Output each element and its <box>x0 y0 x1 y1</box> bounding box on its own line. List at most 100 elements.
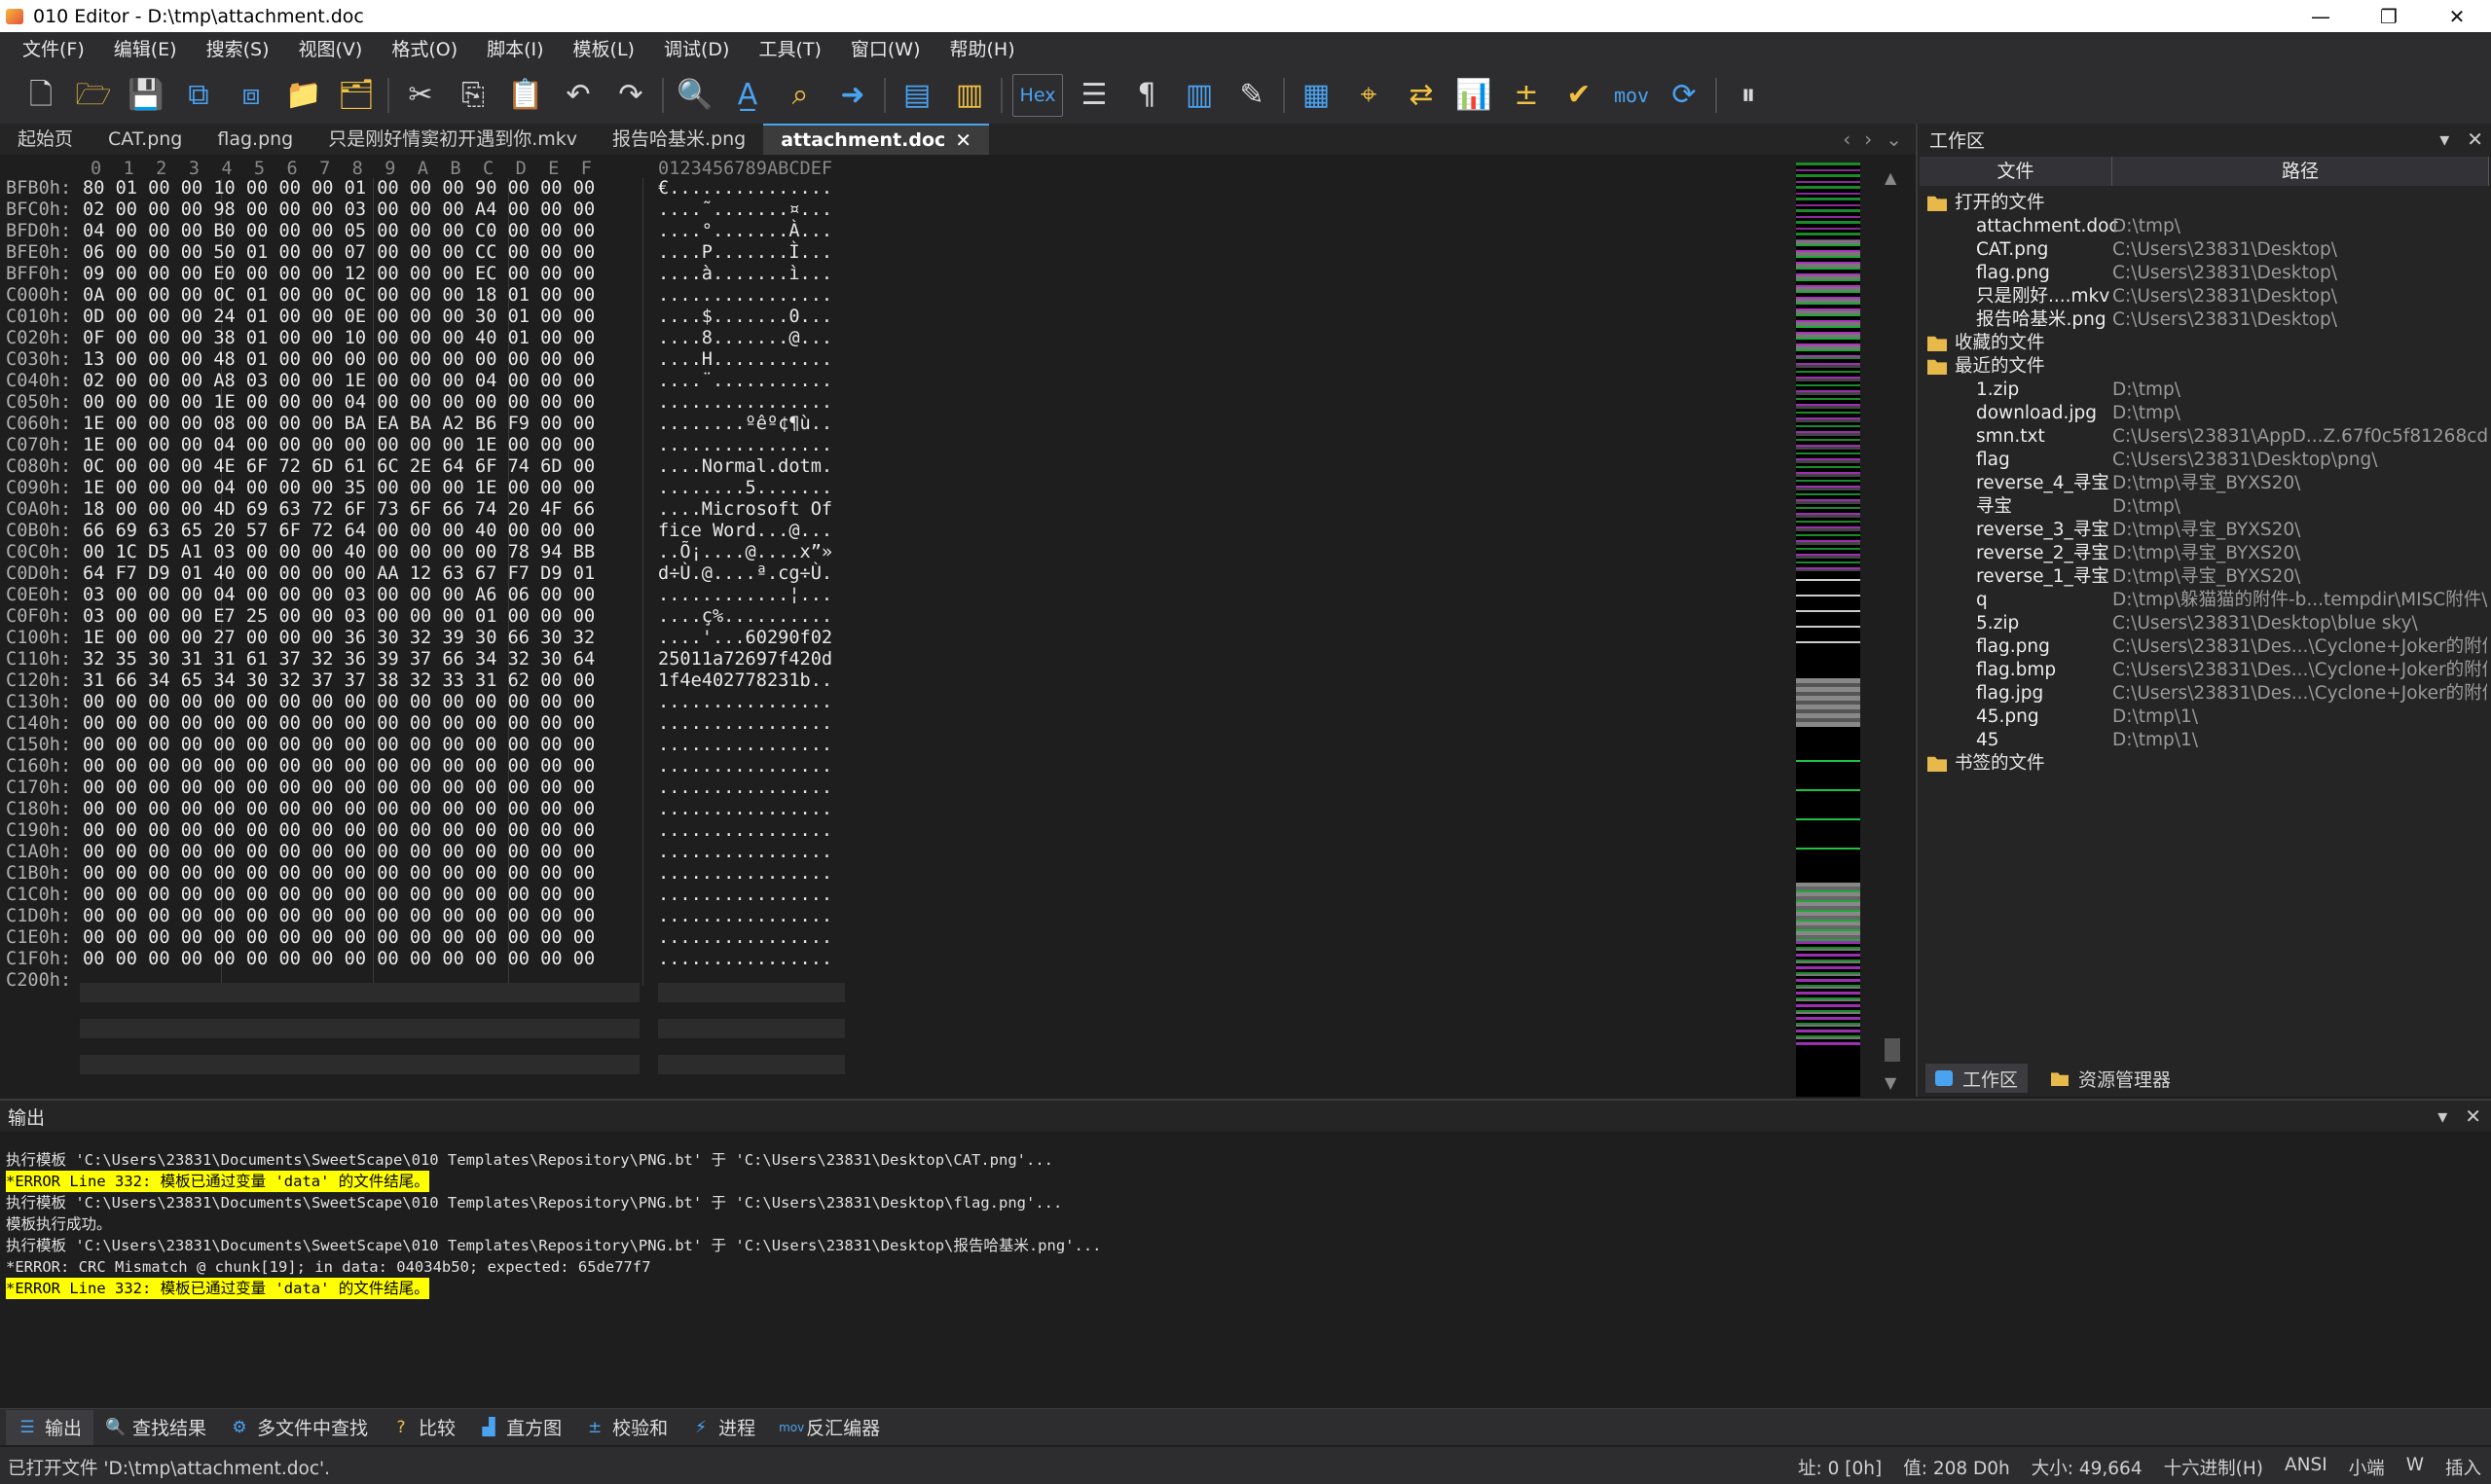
hex-ascii[interactable]: ....8.......@... <box>658 328 832 349</box>
hex-bytes[interactable]: 1E 00 00 00 04 00 00 00 35 00 00 00 1E 0… <box>83 478 595 499</box>
hex-ascii[interactable]: ................ <box>658 756 832 778</box>
hex-ascii[interactable]: ................ <box>658 778 832 799</box>
workspace-file-item[interactable]: 45.png D:\tmp\1\ <box>1918 706 2491 729</box>
workspace-file-item[interactable]: flag.png C:\Users\23831\Des...\Cyclone+Jo… <box>1918 635 2491 659</box>
hex-bytes[interactable]: 13 00 00 00 48 01 00 00 00 00 00 00 00 0… <box>83 349 595 371</box>
tab-flag-png[interactable]: flag.png <box>200 124 311 155</box>
calculator-icon[interactable]: ▦ <box>1295 74 1337 117</box>
tab-histogram[interactable]: ▟ 直方图 <box>467 1410 573 1445</box>
hex-ascii[interactable]: ........5....... <box>658 478 832 499</box>
checksum-icon[interactable]: ± <box>1505 74 1548 117</box>
hex-bytes[interactable]: 02 00 00 00 98 00 00 00 03 00 00 00 A4 0… <box>83 199 595 221</box>
hex-ascii[interactable]: ................ <box>658 906 832 927</box>
hex-ascii[interactable]: fice Word...@... <box>658 521 832 542</box>
tab-process[interactable]: ⚡ 进程 <box>679 1410 767 1445</box>
open-file-icon[interactable]: 🗁 <box>72 74 115 117</box>
hex-ascii[interactable]: ....°.......À... <box>658 221 832 242</box>
hex-ascii[interactable]: €............... <box>658 178 832 199</box>
text-mode-icon[interactable]: ☰ <box>1073 74 1116 117</box>
hex-bytes[interactable]: 00 00 00 00 00 00 00 00 00 00 00 00 00 0… <box>83 735 595 756</box>
show-whitespace-icon[interactable]: ¶ <box>1125 74 1168 117</box>
hex-ascii[interactable]: 1f4e402778231b.. <box>658 670 832 692</box>
hex-ascii[interactable]: ....Microsoft Of <box>658 499 832 521</box>
workspace-file-item[interactable]: 寻宝 D:\tmp\ <box>1918 495 2491 519</box>
scroll-up-icon[interactable]: ▲ <box>1885 168 1896 187</box>
file-minimap[interactable] <box>1796 163 1860 1097</box>
menu-help[interactable]: 帮助(H) <box>935 32 1030 67</box>
vertical-scrollbar[interactable]: ▲ ▼ <box>1881 163 1904 1097</box>
tab-workspace[interactable]: 工作区 <box>1925 1064 2029 1093</box>
redo-icon[interactable]: ↷ <box>609 74 652 117</box>
tab-find-in-files[interactable]: ⚙ 多文件中查找 <box>218 1410 380 1445</box>
menu-window[interactable]: 窗口(W) <box>836 32 935 67</box>
workspace-file-item[interactable]: flag.jpg C:\Users\23831\Des...\Cyclone+Jo… <box>1918 682 2491 706</box>
workspace-file-item[interactable]: flag.bmp C:\Users\23831\Des...\Cyclone+Jo… <box>1918 659 2491 682</box>
hex-ascii[interactable]: ................ <box>658 799 832 820</box>
hex-ascii[interactable]: ............¦... <box>658 585 832 606</box>
hex-ascii[interactable]: ................ <box>658 820 832 842</box>
hex-bytes[interactable]: 80 01 00 00 10 00 00 00 01 00 00 00 90 0… <box>83 178 595 199</box>
hex-bytes[interactable]: 66 69 63 65 20 57 6F 72 64 00 00 00 40 0… <box>83 521 595 542</box>
hex-ascii[interactable]: ....Normal.dotm. <box>658 456 832 478</box>
workspace-file-item[interactable]: flag.png C:\Users\23831\Desktop\ <box>1918 262 2491 285</box>
hex-bytes[interactable]: 00 00 00 00 00 00 00 00 00 00 00 00 00 0… <box>83 885 595 906</box>
tab-hajimi-png[interactable]: 报告哈基米.png <box>595 124 763 155</box>
highlight-icon[interactable]: ✎ <box>1230 74 1273 117</box>
hex-ascii[interactable]: 25011a72697f420d <box>658 649 832 670</box>
close-window-button[interactable]: ✕ <box>2423 0 2491 32</box>
hex-bytes[interactable]: 00 00 00 00 00 00 00 00 00 00 00 00 00 0… <box>83 820 595 842</box>
hex-ascii[interactable]: ................ <box>658 713 832 735</box>
paste-icon[interactable]: 📋 <box>504 74 547 117</box>
find-icon[interactable]: 🔍 <box>674 74 716 117</box>
workspace-file-item[interactable]: 只是刚好....mkv C:\Users\23831\Desktop\ <box>1918 285 2491 308</box>
workspace-file-item[interactable]: reverse_3_寻宝 D:\tmp\寻宝_BYXS20\ <box>1918 519 2491 542</box>
hex-ascii[interactable]: ....à.......ì... <box>658 264 832 285</box>
column-path[interactable]: 路径 <box>2112 157 2489 186</box>
hex-ascii[interactable]: ................ <box>658 285 832 307</box>
workspace-file-item[interactable]: 1.zip D:\tmp\ <box>1918 379 2491 402</box>
status-insert[interactable]: 插入 <box>2445 1455 2481 1480</box>
status-mode[interactable]: 十六进制(H) <box>2164 1455 2263 1480</box>
run-template-icon[interactable]: ▥ <box>948 74 991 117</box>
hex-ascii[interactable]: ....ç%.......... <box>658 606 832 628</box>
output-log[interactable]: 执行模板 'C:\Users\23831\Documents\SweetScap… <box>6 1149 1102 1299</box>
histogram-icon[interactable]: 📊 <box>1452 74 1495 117</box>
tab-list-icon[interactable]: ⌄ <box>1886 127 1902 151</box>
disassembler-button[interactable]: mov <box>1610 74 1653 117</box>
status-value[interactable]: 值: 208 D0h <box>1903 1455 2010 1480</box>
hex-editor[interactable]: 0 1 2 3 4 5 6 7 8 9 A B C D E F 01234567… <box>0 155 1908 1099</box>
hex-bytes[interactable]: 00 1C D5 A1 03 00 00 00 40 00 00 00 00 7… <box>83 542 595 563</box>
tab-mkv[interactable]: 只是刚好情窦初开遇到你.mkv <box>311 124 595 155</box>
tab-find-results[interactable]: 🔍 查找结果 <box>93 1410 218 1445</box>
hex-bytes[interactable]: 02 00 00 00 A8 03 00 00 1E 00 00 00 04 0… <box>83 371 595 392</box>
workspace-file-item[interactable]: attachment.doc D:\tmp\ <box>1918 215 2491 238</box>
menu-tools[interactable]: 工具(T) <box>744 32 835 67</box>
status-address[interactable]: 址: 0 [0h] <box>1798 1455 1882 1480</box>
hex-ascii[interactable]: ................ <box>658 692 832 713</box>
hex-bytes[interactable]: 00 00 00 00 00 00 00 00 00 00 00 00 00 0… <box>83 713 595 735</box>
workspace-file-item[interactable]: 5.zip C:\Users\23831\Desktop\blue sky\ <box>1918 612 2491 635</box>
workspace-file-item[interactable]: CAT.png C:\Users\23831\Desktop\ <box>1918 238 2491 262</box>
tab-next-icon[interactable]: › <box>1864 127 1872 151</box>
workspace-group[interactable]: 书签的文件 <box>1918 752 2491 776</box>
hex-bytes[interactable]: 00 00 00 00 00 00 00 00 00 00 00 00 00 0… <box>83 842 595 863</box>
hex-bytes[interactable]: 18 00 00 00 4D 69 63 72 6F 73 6F 66 74 2… <box>83 499 595 521</box>
undo-icon[interactable]: ↶ <box>557 74 600 117</box>
hex-ascii[interactable]: ................ <box>658 435 832 456</box>
status-endian[interactable]: 小端 <box>2349 1455 2385 1480</box>
hex-ascii[interactable]: ................ <box>658 392 832 414</box>
menu-script[interactable]: 脚本(I) <box>472 32 558 67</box>
menu-edit[interactable]: 编辑(E) <box>99 32 192 67</box>
hex-ascii[interactable]: ................ <box>658 735 832 756</box>
status-encoding[interactable]: ANSI <box>2285 1455 2327 1480</box>
hex-bytes[interactable]: 0F 00 00 00 38 01 00 00 10 00 00 00 40 0… <box>83 328 595 349</box>
hex-bytes[interactable]: 0D 00 00 00 24 01 00 00 0E 00 00 00 30 0… <box>83 307 595 328</box>
hex-bytes[interactable]: 00 00 00 00 00 00 00 00 00 00 00 00 00 0… <box>83 756 595 778</box>
hex-bytes[interactable]: 09 00 00 00 E0 00 00 00 12 00 00 00 EC 0… <box>83 264 595 285</box>
replace-icon[interactable]: A̲ <box>726 74 769 117</box>
tab-explorer[interactable]: 资源管理器 <box>2041 1064 2180 1093</box>
new-file-icon[interactable]: 🗋 <box>19 74 62 117</box>
hex-bytes[interactable]: 32 35 30 31 31 61 37 32 36 39 37 66 34 3… <box>83 649 595 670</box>
tab-output[interactable]: ☰ 输出 <box>6 1409 94 1445</box>
workspace-file-item[interactable]: reverse_2_寻宝 D:\tmp\寻宝_BYXS20\ <box>1918 542 2491 565</box>
